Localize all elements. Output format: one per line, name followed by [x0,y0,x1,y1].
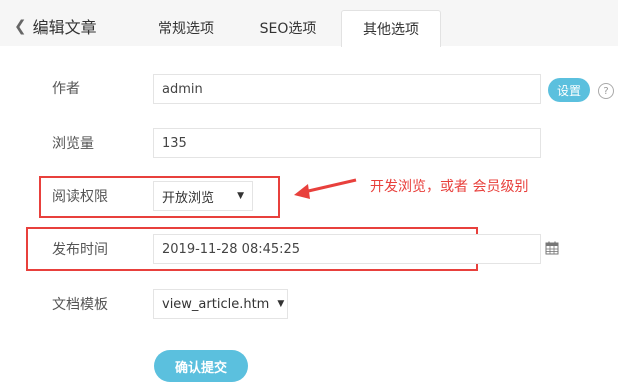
author-settings-button[interactable]: 设置 [548,78,590,102]
permission-selected: 开放浏览 [162,190,215,206]
tab-general[interactable]: 常规选项 [140,10,232,46]
author-label: 作者 [52,81,80,97]
tab-label: 常规选项 [158,21,214,37]
permission-select[interactable]: 开放浏览 ▼ [153,181,253,211]
arrow-left-icon [294,178,357,199]
question-icon[interactable]: ? [598,83,614,99]
views-value: 135 [162,135,187,151]
help-glyph: ? [603,85,609,97]
page-title: 编辑文章 [32,18,97,37]
caret-down-icon: ▼ [237,191,244,201]
settings-label: 设置 [556,83,581,98]
tab-seo[interactable]: SEO选项 [242,10,334,46]
caret-down-icon: ▼ [277,299,285,309]
author-value: admin [162,81,203,97]
tab-label: SEO选项 [259,21,317,37]
annotation-note: 开发浏览，或者 会员级别 [370,179,529,195]
author-input[interactable]: admin [153,74,541,104]
template-selected: view_article.htm [162,296,270,312]
publish-time-label: 发布时间 [52,242,108,258]
publish-time-input[interactable]: 2019-11-28 08:45:25 [153,234,541,264]
chevron-left-icon: ❮ [14,17,27,35]
tab-label: 其他选项 [363,22,419,38]
template-select[interactable]: view_article.htm ▼ [153,289,288,319]
views-input[interactable]: 135 [153,128,541,158]
calendar-icon[interactable] [545,241,559,259]
permission-label: 阅读权限 [52,189,108,205]
tab-other[interactable]: 其他选项 [341,10,441,47]
back-link[interactable]: ❮ 编辑文章 [14,14,97,38]
template-label: 文档模板 [52,297,108,313]
submit-label: 确认提交 [174,360,227,376]
submit-button[interactable]: 确认提交 [154,350,248,382]
views-label: 浏览量 [52,136,94,152]
publish-time-value: 2019-11-28 08:45:25 [162,241,301,257]
